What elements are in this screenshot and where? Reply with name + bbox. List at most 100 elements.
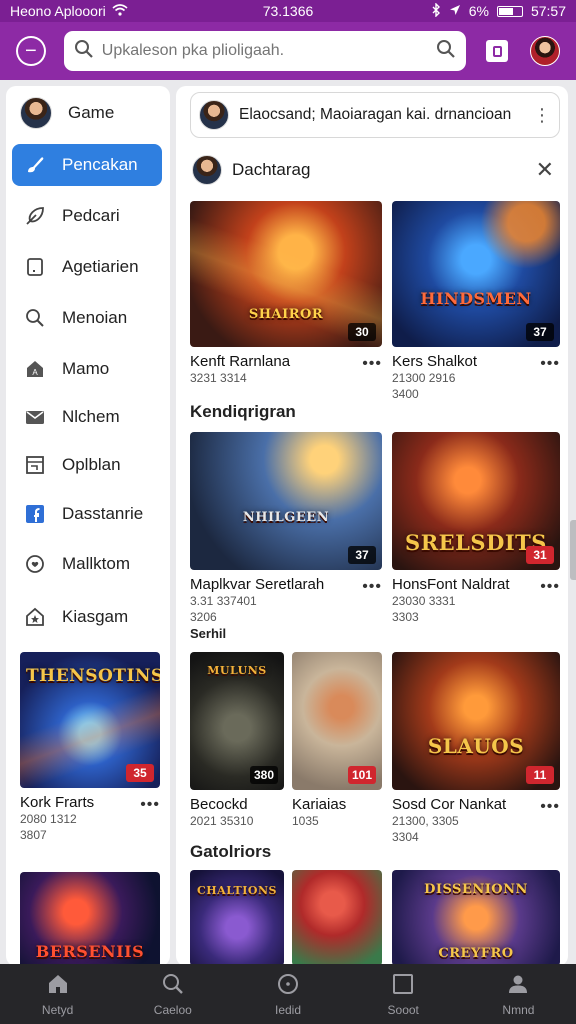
kebab-menu-icon[interactable]: ⋮ [533, 106, 551, 124]
close-icon[interactable]: ✕ [536, 157, 554, 183]
game-thumbnail: MULUNS 380 [190, 652, 284, 790]
game-title: Kers Shalkot [392, 353, 478, 370]
battery-percent: 6% [468, 3, 489, 19]
star-house-icon [24, 606, 46, 628]
scrollbar[interactable] [570, 520, 576, 580]
game-thumbnail: NHILGEEN 37 [190, 432, 382, 570]
more-options-icon[interactable]: ••• [140, 796, 160, 814]
game-title: Kenft Rarnlana [190, 353, 291, 370]
sidebar-item-pedcari[interactable]: Pedcari [12, 195, 162, 237]
game-meta: 21300 2916 [392, 371, 456, 385]
section-title: Kendiqrigran [190, 402, 296, 421]
game-meta: 1035 [292, 814, 319, 828]
sidebar-item-mallktom[interactable]: Mallktom [12, 543, 162, 585]
profile-avatar[interactable] [530, 36, 560, 66]
facebook-icon [24, 503, 46, 525]
game-meta: 3400 [392, 387, 419, 401]
game-card[interactable]: DISSENIONN CREYFRO [392, 870, 560, 966]
section-title: Gatolriors [190, 842, 272, 861]
location-icon [449, 3, 461, 19]
game-card[interactable]: HINDSMEN 37 Kers Shalkot ••• 21300 2916 … [392, 201, 560, 402]
feather-icon [24, 205, 46, 227]
game-card[interactable]: 101 Kariaias 1035 [292, 652, 382, 829]
sidebar-item-label: Menoian [62, 308, 128, 327]
search-icon [74, 39, 94, 64]
wifi-icon [112, 3, 128, 19]
game-title: HonsFont Naldrat [392, 576, 510, 593]
sidebar-item-menoian[interactable]: Menoian [12, 297, 162, 339]
game-card[interactable]: MULUNS 380 Becockd 2021 35310 [190, 652, 284, 829]
game-title: Sosd Cor Nankat [392, 796, 507, 813]
bottom-nav: Netyd Caeloo Iedid Sooot Nmnd [0, 964, 576, 1024]
menu-minus-button[interactable]: − [16, 36, 46, 66]
sidebar-item-label: Mallktom [62, 554, 131, 573]
section-title: Serhil [190, 626, 227, 641]
search-submit-icon[interactable] [436, 39, 456, 64]
game-card[interactable]: CHALTIONS [190, 870, 284, 966]
bottom-nav-library[interactable]: Sooot [346, 964, 461, 1024]
game-card[interactable]: SRELSDITS 31 HonsFont Naldrat ••• 23030 … [392, 432, 560, 625]
battery-icon [496, 5, 523, 17]
brush-icon [24, 154, 46, 176]
discussion-header[interactable]: Elaocsand; Maoiaragan kai. drnancioan ⋮ [190, 92, 560, 138]
sidebar-item-label: Pencakan [62, 155, 138, 174]
heart-icon [24, 553, 46, 575]
more-options-icon[interactable]: ••• [362, 355, 382, 373]
sidebar-item-nlchem[interactable]: Nlchem [12, 396, 162, 438]
game-meta: 2021 35310 [190, 814, 254, 828]
sidebar-item-oplblan[interactable]: Oplblan [12, 444, 162, 486]
game-meta: 3206 [190, 610, 217, 624]
game-thumbnail: SLAUOS 11 [392, 652, 560, 790]
bottom-nav-explore[interactable]: Iedid [230, 964, 345, 1024]
game-card[interactable] [292, 870, 382, 966]
bottom-nav-label: Nmnd [502, 1002, 535, 1017]
bottom-nav-label: Iedid [274, 1002, 302, 1017]
compass-icon [276, 972, 300, 999]
sidebar-item-agetiarien[interactable]: Agetiarien [12, 246, 162, 288]
bottom-nav-home[interactable]: Netyd [0, 964, 115, 1024]
search-input[interactable] [101, 42, 429, 60]
game-thumbnail: 101 [292, 652, 382, 790]
user-avatar-icon [20, 97, 52, 129]
status-time: 73.1366 [262, 3, 314, 19]
count-badge: 101 [347, 766, 376, 784]
user-avatar-icon [199, 100, 229, 130]
game-card[interactable]: THENSOTINS 35 Kork Frarts ••• 2080 1312 … [20, 652, 160, 843]
game-thumbnail: SRELSDITS 31 [392, 432, 560, 570]
sidebar-item-label: Dasstanrie [62, 504, 144, 523]
main-panel: Elaocsand; Maoiaragan kai. drnancioan ⋮ … [176, 86, 568, 966]
game-card[interactable]: SHAIROR 30 Kenft Rarnlana ••• 3231 3314 [190, 201, 382, 386]
profile-icon [506, 972, 530, 999]
search-bar[interactable] [63, 31, 467, 71]
window-icon [24, 454, 46, 476]
game-title: Becockd [190, 796, 248, 813]
count-badge: 37 [348, 546, 376, 564]
sidebar-item-pencakan[interactable]: Pencakan [12, 144, 162, 186]
game-meta: 3231 3314 [190, 371, 247, 385]
bottom-nav-label: Sooot [387, 1002, 419, 1017]
count-badge: 31 [526, 546, 554, 564]
game-thumbnail [292, 870, 382, 966]
bottom-nav-profile[interactable]: Nmnd [461, 964, 576, 1024]
sidebar-item-kiasgam[interactable]: Kiasgam [12, 596, 162, 638]
more-options-icon[interactable]: ••• [540, 355, 560, 373]
game-card[interactable]: BERSENIIS [20, 872, 160, 966]
more-options-icon[interactable]: ••• [540, 578, 560, 596]
more-options-icon[interactable]: ••• [362, 578, 382, 596]
game-card[interactable]: NHILGEEN 37 Maplkvar Seretlarah ••• 3.31… [190, 432, 382, 625]
bottom-nav-search[interactable]: Caeloo [115, 964, 230, 1024]
game-meta: 23030 3331 [392, 594, 456, 608]
mail-icon [24, 406, 46, 428]
game-card[interactable]: SLAUOS 11 Sosd Cor Nankat ••• 21300, 330… [392, 652, 560, 845]
game-thumbnail: CHALTIONS [190, 870, 284, 966]
app-top-bar: − [0, 22, 576, 80]
notification-box-icon[interactable] [486, 40, 508, 62]
game-title: Kariaias [292, 796, 347, 813]
sidebar-item-game[interactable]: Game [12, 92, 162, 134]
sidebar-item-label: Nlchem [62, 407, 120, 426]
count-badge: 380 [249, 766, 278, 784]
sidebar-item-mamo[interactable]: A Mamo [12, 348, 162, 390]
game-thumbnail: BERSENIIS [20, 872, 160, 966]
more-options-icon[interactable]: ••• [540, 798, 560, 816]
sidebar-item-dasstanrie[interactable]: Dasstanrie [12, 493, 162, 535]
